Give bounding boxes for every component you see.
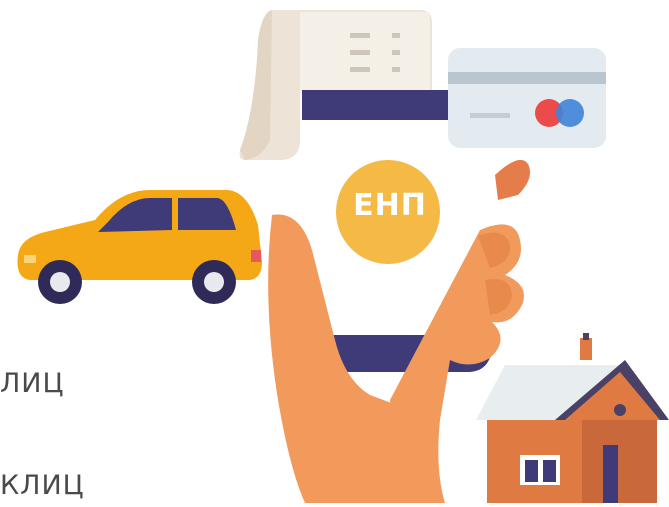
side-text-line-2: КЛИЦ xyxy=(0,470,85,501)
payment-illustration: ЕНП ЛИЦ КЛИЦ xyxy=(0,0,669,503)
enp-badge-label: ЕНП xyxy=(353,188,427,223)
side-text-line-1: ЛИЦ xyxy=(0,368,65,399)
house-icon xyxy=(476,333,669,503)
credit-card-icon xyxy=(448,48,606,148)
car-icon xyxy=(17,190,262,304)
